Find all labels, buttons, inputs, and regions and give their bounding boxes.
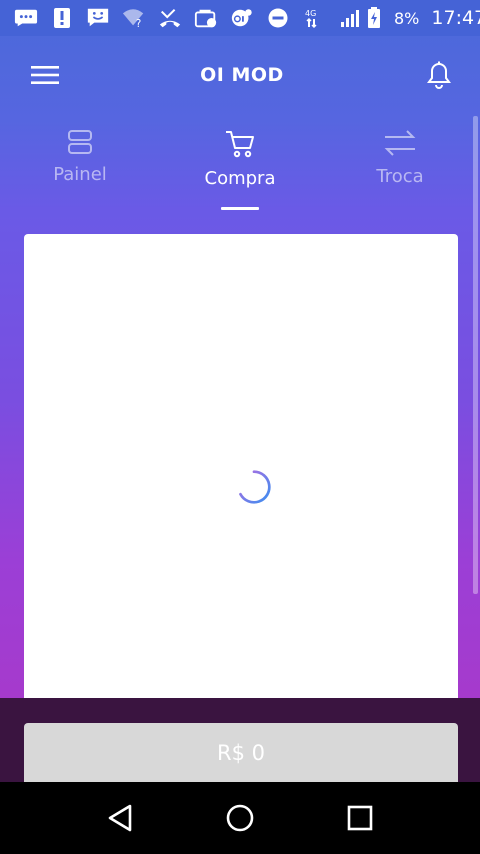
svg-text:?: ? [136, 19, 141, 29]
tab-compra[interactable]: Compra [160, 114, 320, 210]
system-nav-bar [0, 782, 480, 854]
tab-label: Compra [204, 168, 276, 189]
back-triangle-icon [108, 804, 132, 832]
tab-troca[interactable]: Troca [320, 114, 480, 210]
app-bar: OI MOD [0, 36, 480, 114]
active-tab-indicator [221, 207, 259, 210]
total-button[interactable]: R$ 0 [24, 723, 458, 783]
do-not-disturb-icon [266, 7, 290, 29]
menu-button[interactable] [28, 58, 62, 92]
app-screen: ? 4G 8% 17:4 OI MOD Painel Compra Troca … [0, 0, 480, 854]
wifi-unknown-icon: ? [122, 7, 146, 29]
tab-label: Painel [53, 164, 107, 185]
status-bar: ? 4G 8% 17:4 [0, 0, 480, 36]
battery-percent: 8% [394, 8, 420, 28]
recents-square-icon [347, 805, 373, 831]
clock: 17:47 [431, 7, 480, 29]
tab-bar: Painel Compra Troca [0, 114, 480, 210]
battery-charging-icon [362, 7, 386, 29]
swap-arrows-icon [384, 130, 416, 156]
bell-icon [426, 61, 451, 89]
loading-spinner-icon [239, 470, 271, 504]
back-button[interactable] [96, 794, 144, 842]
tab-label: Troca [376, 166, 424, 187]
network-4g-icon: 4G [302, 7, 326, 29]
server-icon [68, 130, 92, 154]
tab-painel[interactable]: Painel [0, 114, 160, 210]
recents-button[interactable] [336, 794, 384, 842]
missed-call-icon [158, 7, 182, 29]
notifications-button[interactable] [422, 58, 456, 92]
smiley-message-icon [86, 7, 110, 29]
page-title: OI MOD [200, 64, 284, 86]
oi-app-icon [230, 7, 254, 29]
alert-icon [50, 7, 74, 29]
status-right: 8% 17:47 [362, 7, 480, 29]
cart-icon [226, 131, 254, 158]
home-button[interactable] [216, 794, 264, 842]
scroll-indicator[interactable] [473, 116, 478, 594]
home-circle-icon [226, 804, 254, 832]
hamburger-menu-icon [31, 66, 59, 84]
content-card [24, 234, 458, 714]
chat-bubble-icon [14, 7, 38, 29]
shop-app-icon [194, 7, 218, 29]
notification-icons: ? 4G [14, 7, 362, 29]
signal-icon [338, 7, 362, 29]
network-type-label: 4G [305, 9, 316, 18]
